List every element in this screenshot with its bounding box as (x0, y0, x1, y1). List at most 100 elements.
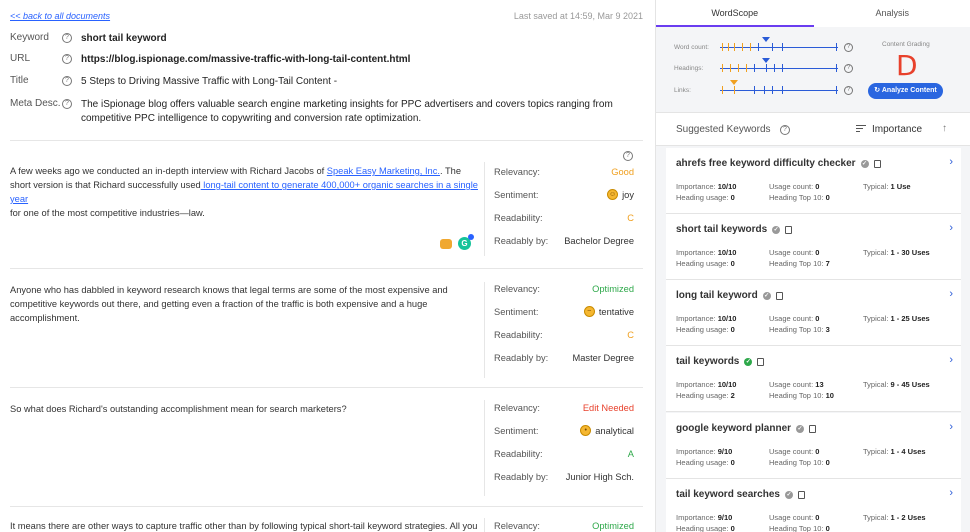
links-marker[interactable] (730, 80, 738, 85)
speak-easy-link[interactable]: Speak Easy Marketing, Inc. (327, 166, 440, 176)
heading-usage-stat: Heading usage: 0 (676, 524, 735, 532)
grammarly-icon[interactable]: G (458, 234, 474, 250)
paragraph-3[interactable]: So what does Richard's outstanding accom… (10, 402, 480, 416)
keyword-card[interactable]: long tail keyword ✓ › Importance: 10/10 Head… (666, 280, 961, 346)
handshake-icon[interactable] (440, 238, 452, 249)
headings-slider[interactable]: Headings: ? (674, 58, 853, 74)
copy-icon[interactable] (775, 291, 783, 300)
chevron-right-icon[interactable]: › (949, 222, 953, 234)
importance-stat: Importance: 10/10 (676, 248, 737, 257)
document-editor: << back to all documents Last saved at 1… (0, 0, 655, 532)
keyword-name-row: tail keywords ✓ (676, 356, 765, 367)
relevancy-value: Optimized (592, 520, 634, 531)
keyword-label: Keyword (10, 32, 49, 43)
heading-top-stat: Heading Top 10: 0 (769, 524, 830, 532)
divider (484, 162, 485, 256)
headings-marker[interactable] (762, 58, 770, 63)
keyword-card[interactable]: tail keyword searches ✓ › Importance: 9/10 H… (666, 479, 961, 532)
title-row: Title ? 5 Steps to Driving Massive Traff… (10, 75, 337, 89)
heading-top-stat: Heading Top 10: 3 (769, 325, 830, 334)
usage-count-stat: Usage count: 0 (769, 248, 820, 257)
keyword-name: tail keywords (676, 356, 740, 367)
chevron-right-icon[interactable]: › (949, 156, 953, 168)
help-icon[interactable]: ? (844, 42, 853, 52)
relevancy-value: Edit Needed (582, 402, 634, 413)
paragraph-4[interactable]: It means there are other ways to capture… (10, 519, 480, 532)
importance-stat: Importance: 10/10 (676, 182, 737, 191)
chevron-right-icon[interactable]: › (949, 354, 953, 366)
meta-desc-value[interactable]: The iSpionage blog offers valuable searc… (81, 98, 626, 126)
copy-icon[interactable] (809, 424, 817, 433)
check-icon: ✓ (744, 357, 753, 366)
tab-analysis[interactable]: Analysis (814, 0, 970, 27)
divider (10, 140, 643, 141)
heading-top-stat: Heading Top 10: 0 (769, 458, 830, 467)
divider (10, 268, 643, 269)
title-value[interactable]: 5 Steps to Driving Massive Traffic with … (81, 75, 337, 89)
links-label: Links: (674, 86, 691, 94)
check-icon: ✓ (762, 291, 771, 300)
word-count-marker[interactable] (762, 37, 770, 42)
typical-stat: Typical: 1 - 25 Uses (863, 314, 930, 323)
word-count-slider[interactable]: Word count: ? (674, 37, 853, 53)
analyze-content-button[interactable]: ↻ Analyze Content (868, 83, 943, 99)
chevron-right-icon[interactable]: › (949, 421, 953, 433)
help-icon[interactable]: ? (62, 99, 72, 109)
url-value[interactable]: https://blog.ispionage.com/massive-traff… (81, 53, 410, 67)
divider (484, 518, 485, 532)
paragraph-1[interactable]: A few weeks ago we conducted an in-depth… (10, 164, 480, 220)
sentiment-label: Sentiment: (494, 189, 539, 200)
divider (10, 387, 643, 388)
heading-top-stat: Heading Top 10: 0 (769, 193, 830, 202)
relevancy-label: Relevancy: (494, 283, 540, 294)
arrow-up-icon[interactable]: ↑ (942, 123, 947, 134)
typical-stat: Typical: 1 Use (863, 182, 911, 191)
paragraph-2[interactable]: Anyone who has dabbled in keyword resear… (10, 283, 480, 325)
heading-usage-stat: Heading usage: 2 (676, 391, 735, 400)
headings-label: Headings: (674, 64, 704, 72)
chevron-right-icon[interactable]: › (949, 487, 953, 499)
check-icon: ✓ (860, 159, 869, 168)
typical-stat: Typical: 1 - 2 Uses (863, 513, 926, 522)
keyword-card[interactable]: tail keywords ✓ › Importance: 10/10 Heading … (666, 346, 961, 412)
help-icon[interactable]: ? (62, 76, 72, 86)
word-count-label: Word count: (674, 43, 709, 51)
keyword-name: long tail keyword (676, 290, 758, 301)
help-icon[interactable]: ? (844, 85, 853, 95)
title-label: Title (10, 75, 29, 86)
readability-value: A (627, 448, 634, 459)
sort-importance-dropdown[interactable]: Importance (872, 124, 922, 135)
paragraph-1-metrics: Relevancy: Good Sentiment: ☺ joy Readabilit… (494, 160, 634, 252)
heading-usage-stat: Heading usage: 0 (676, 259, 735, 268)
chevron-right-icon[interactable]: › (949, 288, 953, 300)
back-to-documents-link[interactable]: << back to all documents (10, 11, 110, 21)
readably-by-label: Readably by: (494, 471, 549, 482)
check-icon: ✓ (784, 490, 793, 499)
help-icon[interactable]: ? (844, 63, 853, 73)
help-icon[interactable]: ? (780, 125, 790, 135)
suggested-keywords-title: Suggested Keywords (676, 124, 771, 135)
typical-stat: Typical: 9 - 45 Uses (863, 380, 930, 389)
keyword-card[interactable]: short tail keywords ✓ › Importance: 10/10 He… (666, 214, 961, 280)
paragraph-4-metrics: Relevancy: Optimized (494, 514, 634, 532)
relevancy-label: Relevancy: (494, 166, 540, 177)
sort-icon[interactable] (856, 125, 866, 134)
importance-stat: Importance: 9/10 (676, 447, 733, 456)
divider (484, 282, 485, 378)
links-slider[interactable]: Links: ? (674, 80, 853, 96)
keyword-name: short tail keywords (676, 224, 768, 235)
readably-by-label: Readably by: (494, 235, 549, 246)
keyword-card[interactable]: ahrefs free keyword difficulty checker ✓ ›… (666, 148, 961, 214)
usage-count-stat: Usage count: 0 (769, 513, 820, 522)
help-icon[interactable]: ? (62, 33, 72, 43)
content-grading-label: Content Grading (882, 41, 930, 48)
copy-icon[interactable] (785, 225, 793, 234)
keyword-value[interactable]: short tail keyword (81, 32, 167, 46)
copy-icon[interactable] (797, 490, 805, 499)
copy-icon[interactable] (757, 357, 765, 366)
tab-wordscope[interactable]: WordScope (656, 0, 814, 27)
help-icon[interactable]: ? (62, 54, 72, 64)
panel-tabs: WordScope Analysis (656, 0, 970, 27)
copy-icon[interactable] (873, 159, 881, 168)
keyword-card[interactable]: google keyword planner ✓ › Importance: 9/10… (666, 413, 961, 479)
